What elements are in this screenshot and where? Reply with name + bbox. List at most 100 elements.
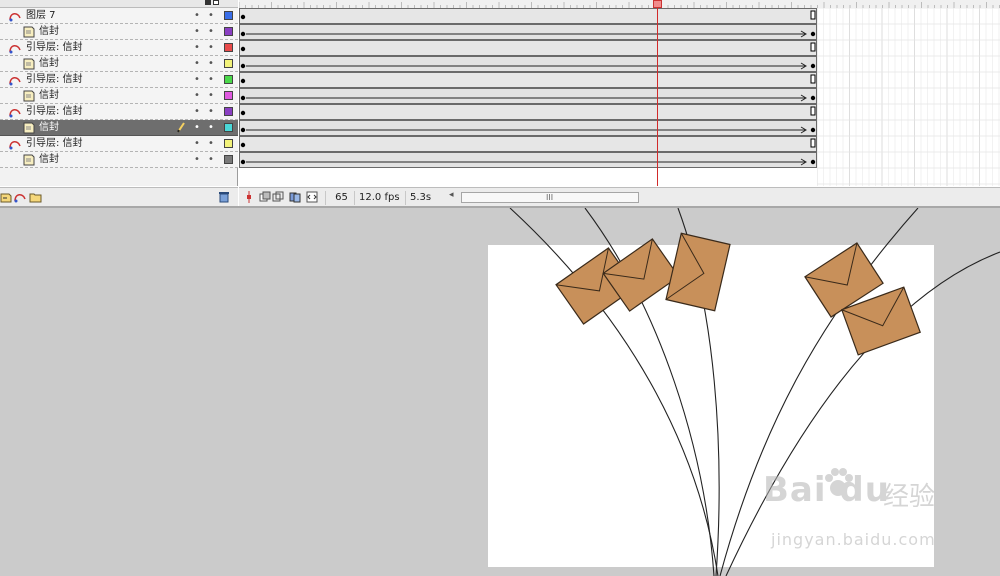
frame-span[interactable] (239, 8, 817, 24)
layer-list-header (0, 0, 238, 8)
onion-skin-outlines-icon[interactable] (272, 191, 284, 203)
lock-toggle-icon[interactable]: • (208, 155, 214, 165)
visibility-toggle-icon[interactable]: • (194, 139, 200, 149)
modify-onion-markers-icon[interactable] (306, 191, 318, 203)
frame-span-marks (240, 138, 816, 148)
lock-toggle-icon[interactable]: • (208, 43, 214, 53)
frame-span-marks (240, 42, 816, 52)
lock-toggle-icon[interactable]: • (208, 75, 214, 85)
layer-name: 信封 (39, 58, 59, 69)
lock-toggle-icon[interactable]: • (208, 91, 214, 101)
lock-toggle-icon[interactable]: • (208, 11, 214, 21)
playhead-handle[interactable] (653, 0, 662, 8)
delete-layer-icon[interactable] (218, 191, 230, 203)
layer-row[interactable]: 引导层: 信封 • • (0, 40, 238, 56)
visibility-toggle-icon[interactable]: • (194, 11, 200, 21)
outline-color-swatch[interactable] (224, 11, 233, 20)
guide-layer-icon (9, 13, 21, 22)
outline-color-swatch[interactable] (224, 139, 233, 148)
frame-span[interactable] (239, 40, 817, 56)
guide-layer-icon (9, 141, 21, 150)
workspace[interactable]: Bai du 经验 jingyan.baidu.com (0, 208, 1000, 576)
frame-span[interactable] (239, 24, 817, 40)
timeline-panel: 图层 7 • • 信封 • • 引导层: 信封 • • 信封 • • 引导层: 信封 • • 信封 • • 引导层:… (0, 0, 1000, 208)
frame-span[interactable] (239, 72, 817, 88)
normal-layer-icon (23, 154, 35, 166)
frame-span-marks (240, 30, 816, 38)
frame-span-marks (240, 10, 816, 20)
frame-span[interactable] (239, 120, 817, 136)
layer-row[interactable]: 信封 • • (0, 152, 238, 168)
frame-span[interactable] (239, 56, 817, 72)
visibility-toggle-icon[interactable]: • (194, 107, 200, 117)
layer-row[interactable]: 图层 7 • • (0, 8, 238, 24)
layer-row[interactable]: 引导层: 信封 • • (0, 72, 238, 88)
add-motion-guide-icon[interactable] (13, 191, 27, 203)
timeline-status-bar: 65 12.0 fps 5.3s ◂ III (239, 187, 1000, 206)
scrollbar-grip[interactable]: III (546, 194, 553, 202)
layer-name: 信封 (39, 26, 59, 37)
layer-name: 信封 (39, 122, 59, 133)
visibility-toggle-icon[interactable]: • (194, 91, 200, 101)
envelope-3[interactable] (665, 232, 731, 312)
lock-toggle-icon[interactable]: • (208, 123, 214, 133)
visibility-toggle-icon[interactable]: • (194, 59, 200, 69)
guide-layer-icon (9, 77, 21, 86)
insert-folder-icon[interactable] (29, 191, 42, 203)
layer-row[interactable]: 信封 • • (0, 120, 238, 136)
scroll-left-arrow-icon[interactable]: ◂ (449, 190, 454, 200)
frame-rate-field[interactable]: 12.0 fps (354, 191, 404, 205)
outline-color-swatch[interactable] (224, 59, 233, 68)
edit-multiple-frames-icon[interactable] (289, 191, 301, 203)
lock-all-icon[interactable] (213, 0, 219, 5)
frames-area[interactable] (239, 0, 1000, 186)
visibility-toggle-icon[interactable]: • (194, 123, 200, 133)
layer-row[interactable]: 信封 • • (0, 56, 238, 72)
guide-layer-icon (9, 109, 21, 118)
outline-color-swatch[interactable] (224, 43, 233, 52)
layer-name: 信封 (39, 90, 59, 101)
lock-toggle-icon[interactable]: • (208, 27, 214, 37)
show-hide-all-icon[interactable] (205, 0, 211, 5)
outline-color-swatch[interactable] (224, 107, 233, 116)
onion-skin-icon[interactable] (259, 191, 271, 203)
frame-span-marks (240, 158, 816, 166)
outline-color-swatch[interactable] (224, 123, 233, 132)
layer-row[interactable]: 信封 • • (0, 24, 238, 40)
center-frame-icon[interactable] (245, 191, 253, 203)
frame-ruler[interactable] (239, 0, 1000, 8)
frame-span-marks (240, 106, 816, 116)
playhead-line (657, 0, 658, 186)
empty-frames-grid[interactable] (817, 8, 1000, 186)
frame-span[interactable] (239, 136, 817, 152)
visibility-toggle-icon[interactable]: • (194, 27, 200, 37)
layer-toolbar (0, 187, 238, 206)
watermark-brand-cn: 经验 (883, 482, 936, 512)
horizontal-scrollbar[interactable]: III (461, 192, 639, 203)
outline-color-swatch[interactable] (224, 27, 233, 36)
visibility-toggle-icon[interactable]: • (194, 75, 200, 85)
outline-color-swatch[interactable] (224, 155, 233, 164)
frame-span[interactable] (239, 152, 817, 168)
pencil-icon (177, 122, 185, 133)
current-frame-field: 65 (325, 191, 357, 205)
frame-span-marks (240, 62, 816, 70)
guide-layer-icon (9, 45, 21, 54)
insert-layer-icon[interactable] (0, 191, 12, 203)
layer-row[interactable]: 引导层: 信封 • • (0, 136, 238, 152)
layer-name: 引导层: 信封 (26, 42, 83, 53)
visibility-toggle-icon[interactable]: • (194, 43, 200, 53)
visibility-toggle-icon[interactable]: • (194, 155, 200, 165)
frame-span[interactable] (239, 88, 817, 104)
layer-row[interactable]: 信封 • • (0, 88, 238, 104)
layer-name: 引导层: 信封 (26, 106, 83, 117)
frame-span-marks (240, 74, 816, 84)
layer-row[interactable]: 引导层: 信封 • • (0, 104, 238, 120)
outline-color-swatch[interactable] (224, 91, 233, 100)
layer-name: 图层 7 (26, 10, 56, 21)
lock-toggle-icon[interactable]: • (208, 107, 214, 117)
lock-toggle-icon[interactable]: • (208, 59, 214, 69)
lock-toggle-icon[interactable]: • (208, 139, 214, 149)
frame-span[interactable] (239, 104, 817, 120)
outline-color-swatch[interactable] (224, 75, 233, 84)
